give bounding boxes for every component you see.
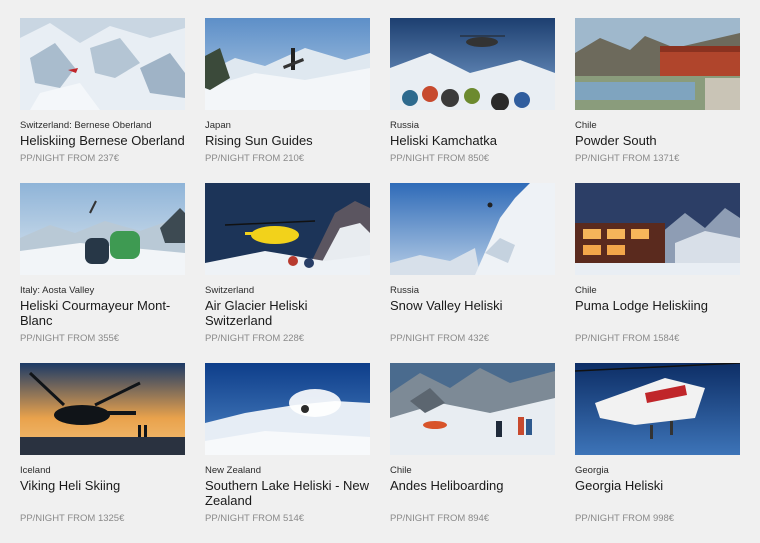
listing-price: PP/NIGHT FROM 210€: [205, 153, 305, 164]
listing-region: Chile: [575, 120, 597, 131]
listing-card[interactable]: New Zealand Southern Lake Heliski - New …: [205, 363, 370, 524]
listing-price: PP/NIGHT FROM 514€: [205, 513, 305, 524]
listing-card[interactable]: Italy: Aosta Valley Heliski Courmayeur M…: [20, 183, 185, 344]
listing-card[interactable]: Russia Heliski Kamchatka PP/NIGHT FROM 8…: [390, 18, 555, 164]
listing-title[interactable]: Snow Valley Heliski: [390, 298, 555, 313]
listing-price: PP/NIGHT FROM 432€: [390, 333, 490, 344]
listing-region: Switzerland: Bernese Oberland: [20, 120, 152, 131]
listing-region: Switzerland: [205, 285, 255, 296]
listing-card[interactable]: Japan Rising Sun Guides PP/NIGHT FROM 21…: [205, 18, 370, 164]
listing-photo[interactable]: [390, 183, 555, 275]
listing-photo[interactable]: [20, 183, 185, 275]
listing-price: PP/NIGHT FROM 355€: [20, 333, 120, 344]
listing-card[interactable]: Chile Powder South PP/NIGHT FROM 1371€: [575, 18, 740, 164]
listing-title[interactable]: Viking Heli Skiing: [20, 478, 185, 493]
listing-title[interactable]: Southern Lake Heliski - New Zealand: [205, 478, 370, 508]
listing-region: Russia: [390, 285, 420, 296]
listing-price: PP/NIGHT FROM 998€: [575, 513, 675, 524]
listing-title[interactable]: Georgia Heliski: [575, 478, 740, 493]
listing-photo[interactable]: [20, 18, 185, 110]
listing-region: Italy: Aosta Valley: [20, 285, 95, 296]
listing-card[interactable]: Switzerland: Bernese Oberland Heliskiing…: [20, 18, 185, 164]
listing-photo[interactable]: [205, 363, 370, 455]
listing-title[interactable]: Powder South: [575, 133, 740, 148]
listing-card[interactable]: Georgia Georgia Heliski PP/NIGHT FROM 99…: [575, 363, 740, 524]
listing-price: PP/NIGHT FROM 1584€: [575, 333, 680, 344]
listing-title[interactable]: Rising Sun Guides: [205, 133, 370, 148]
listing-region: Japan: [205, 120, 231, 131]
listing-photo[interactable]: [575, 363, 740, 455]
listing-photo[interactable]: [390, 363, 555, 455]
listing-region: New Zealand: [205, 465, 261, 476]
listing-card[interactable]: Russia Snow Valley Heliski PP/NIGHT FROM…: [390, 183, 555, 344]
listing-price: PP/NIGHT FROM 850€: [390, 153, 490, 164]
listing-title[interactable]: Air Glacier Heliski Switzerland: [205, 298, 370, 328]
listing-price: PP/NIGHT FROM 228€: [205, 333, 305, 344]
listing-photo[interactable]: [575, 18, 740, 110]
listing-price: PP/NIGHT FROM 1325€: [20, 513, 125, 524]
listing-title[interactable]: Heliski Kamchatka: [390, 133, 555, 148]
listing-title[interactable]: Heliskiing Bernese Oberland: [20, 133, 185, 148]
listing-region: Iceland: [20, 465, 51, 476]
listing-card[interactable]: Chile Puma Lodge Heliskiing PP/NIGHT FRO…: [575, 183, 740, 344]
listing-title[interactable]: Puma Lodge Heliskiing: [575, 298, 740, 313]
listing-photo[interactable]: [20, 363, 185, 455]
listing-grid: Switzerland: Bernese Oberland Heliskiing…: [0, 0, 760, 543]
listing-region: Chile: [390, 465, 412, 476]
listing-price: PP/NIGHT FROM 237€: [20, 153, 120, 164]
listing-photo[interactable]: [205, 183, 370, 275]
listing-region: Chile: [575, 285, 597, 296]
listing-card[interactable]: Iceland Viking Heli Skiing PP/NIGHT FROM…: [20, 363, 185, 524]
listing-price: PP/NIGHT FROM 1371€: [575, 153, 680, 164]
listing-card[interactable]: Chile Andes Heliboarding PP/NIGHT FROM 8…: [390, 363, 555, 524]
listing-region: Russia: [390, 120, 420, 131]
listing-price: PP/NIGHT FROM 894€: [390, 513, 490, 524]
listing-photo[interactable]: [205, 18, 370, 110]
listing-card[interactable]: Switzerland Air Glacier Heliski Switzerl…: [205, 183, 370, 344]
listing-photo[interactable]: [575, 183, 740, 275]
listing-region: Georgia: [575, 465, 609, 476]
listing-title[interactable]: Andes Heliboarding: [390, 478, 555, 493]
listing-photo[interactable]: [390, 18, 555, 110]
listing-title[interactable]: Heliski Courmayeur Mont-Blanc: [20, 298, 185, 328]
